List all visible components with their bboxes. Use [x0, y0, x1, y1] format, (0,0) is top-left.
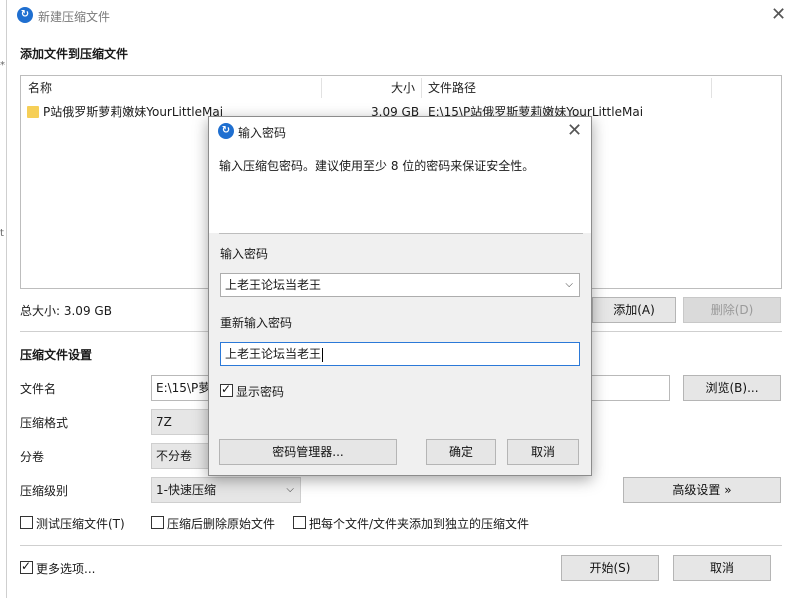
app-logo-icon: ↻	[17, 7, 33, 23]
dialog-title-bar: ↻ 输入密码 ✕	[209, 117, 591, 145]
add-button[interactable]: 添加(A)	[592, 297, 676, 323]
cancel-button[interactable]: 取消	[673, 555, 771, 581]
column-separator	[711, 78, 712, 98]
advanced-settings-button[interactable]: 高级设置 »	[623, 477, 781, 503]
password-dialog: ↻ 输入密码 ✕ 输入压缩包密码。建议使用至少 8 位的密码来保证安全性。 输入…	[208, 116, 592, 476]
reenter-password-value: 上老王论坛当老王	[225, 347, 322, 361]
dialog-title: 输入密码	[238, 126, 287, 140]
delete-after-checkbox[interactable]	[151, 516, 164, 529]
level-label: 压缩级别	[20, 484, 69, 498]
test-checkbox-label[interactable]: 测试压缩文件(T)	[36, 515, 125, 532]
file-name-cell[interactable]: P站俄罗斯萝莉嫩妹YourLittleMai	[43, 102, 223, 122]
column-name[interactable]: 名称	[28, 76, 52, 100]
start-button[interactable]: 开始(S)	[561, 555, 659, 581]
reenter-password-input[interactable]: 上老王论坛当老王	[220, 342, 580, 366]
app-logo-icon: ↻	[218, 123, 234, 139]
password-input[interactable]: 上老王论坛当老王 ⌵	[220, 273, 580, 297]
title-bar: ↻ 新建压缩文件 ✕	[7, 0, 800, 30]
password-value: 上老王论坛当老王	[225, 278, 322, 292]
background-window-edge: *	[0, 60, 5, 71]
column-separator	[421, 78, 422, 98]
more-options-label[interactable]: 更多选项...	[36, 560, 95, 577]
more-options-checkbox[interactable]	[20, 559, 33, 574]
level-value: 1-快速压缩	[156, 483, 216, 497]
ok-button[interactable]: 确定	[426, 439, 496, 465]
folder-icon	[27, 106, 39, 118]
test-checkbox[interactable]	[20, 516, 33, 529]
settings-title: 压缩文件设置	[20, 348, 93, 362]
show-password-label[interactable]: 显示密码	[236, 383, 284, 400]
delete-after-checkbox-label[interactable]: 压缩后删除原始文件	[167, 515, 275, 532]
divider	[219, 233, 583, 234]
close-icon[interactable]: ✕	[771, 6, 786, 24]
show-password-checkbox[interactable]	[220, 382, 233, 397]
separate-archive-checkbox[interactable]	[293, 516, 306, 529]
format-label: 压缩格式	[20, 416, 69, 430]
browse-button[interactable]: 浏览(B)...	[683, 375, 781, 401]
chevron-down-icon[interactable]: ⌵	[565, 274, 573, 296]
format-value: 7Z	[156, 415, 172, 429]
column-path[interactable]: 文件路径	[428, 76, 476, 100]
delete-button[interactable]: 删除(D)	[683, 297, 781, 323]
separate-archive-checkbox-label[interactable]: 把每个文件/文件夹添加到独立的压缩文件	[309, 515, 529, 532]
split-label: 分卷	[20, 450, 45, 464]
column-size[interactable]: 大小	[391, 76, 415, 100]
column-separator	[321, 78, 322, 98]
chevron-down-icon: ⌵	[286, 484, 294, 495]
password-manager-button[interactable]: 密码管理器...	[219, 439, 397, 465]
filename-label: 文件名	[20, 382, 57, 396]
reenter-password-label: 重新输入密码	[220, 316, 293, 330]
dialog-description-area: 输入压缩包密码。建议使用至少 8 位的密码来保证安全性。	[209, 145, 591, 233]
add-files-title: 添加文件到压缩文件	[20, 47, 129, 61]
background-window-edge: t	[0, 228, 4, 239]
dialog-cancel-button[interactable]: 取消	[507, 439, 579, 465]
password-label: 输入密码	[220, 247, 269, 261]
total-size: 总大小: 3.09 GB	[20, 304, 112, 318]
close-icon[interactable]: ✕	[567, 122, 582, 140]
divider	[20, 545, 782, 546]
split-value: 不分卷	[156, 449, 193, 463]
window-title: 新建压缩文件	[38, 10, 111, 24]
text-caret	[322, 347, 324, 362]
level-select[interactable]: 1-快速压缩 ⌵	[151, 477, 301, 503]
dialog-description: 输入压缩包密码。建议使用至少 8 位的密码来保证安全性。	[219, 159, 535, 173]
